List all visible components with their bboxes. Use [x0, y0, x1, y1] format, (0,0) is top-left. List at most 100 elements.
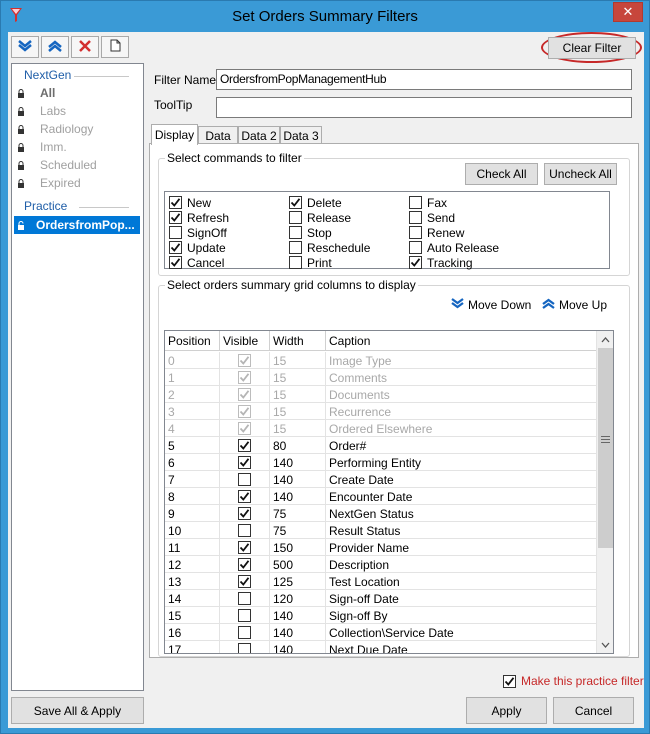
- checkbox-icon[interactable]: [169, 241, 182, 254]
- table-row[interactable]: 2 15 Documents: [165, 386, 598, 403]
- checkbox-icon[interactable]: [238, 456, 251, 469]
- checkbox-icon[interactable]: [238, 524, 251, 537]
- checkbox-icon[interactable]: [289, 241, 302, 254]
- command-checkbox[interactable]: Auto Release: [409, 240, 499, 255]
- checkbox-icon[interactable]: [238, 609, 251, 622]
- command-checkbox[interactable]: Fax: [409, 195, 447, 210]
- grid-scrollbar[interactable]: [596, 331, 613, 653]
- table-row[interactable]: 6 140 Performing Entity: [165, 454, 598, 471]
- command-checkbox[interactable]: Reschedule: [289, 240, 370, 255]
- close-button[interactable]: ✕: [613, 2, 643, 22]
- tree-item-labs[interactable]: Labs: [14, 102, 140, 120]
- header-width[interactable]: Width: [270, 331, 326, 351]
- table-row[interactable]: 10 75 Result Status: [165, 522, 598, 539]
- table-row[interactable]: 11 150 Provider Name: [165, 539, 598, 556]
- table-row[interactable]: 3 15 Recurrence: [165, 403, 598, 420]
- command-checkbox[interactable]: SignOff: [169, 225, 227, 240]
- tree-item-orders-from-pop[interactable]: OrdersfromPop...: [14, 216, 140, 234]
- table-row[interactable]: 16 140 Collection\Service Date: [165, 624, 598, 641]
- table-row[interactable]: 7 140 Create Date: [165, 471, 598, 488]
- tree-item-all[interactable]: All: [14, 84, 140, 102]
- table-row[interactable]: 13 125 Test Location: [165, 573, 598, 590]
- header-caption[interactable]: Caption: [326, 331, 598, 351]
- checkbox-icon[interactable]: [409, 211, 422, 224]
- checkbox-icon[interactable]: [289, 196, 302, 209]
- checkbox-icon[interactable]: [169, 211, 182, 224]
- scroll-up-icon[interactable]: [597, 331, 613, 348]
- table-row[interactable]: 15 140 Sign-off By: [165, 607, 598, 624]
- checkbox-icon[interactable]: [169, 226, 182, 239]
- header-visible[interactable]: Visible: [220, 331, 270, 351]
- delete-button[interactable]: [71, 36, 99, 58]
- table-row[interactable]: 8 140 Encounter Date: [165, 488, 598, 505]
- command-checkbox[interactable]: Renew: [409, 225, 464, 240]
- move-down-column-button[interactable]: Move Down: [451, 298, 531, 312]
- checkbox-icon[interactable]: [238, 507, 251, 520]
- check-all-button[interactable]: Check All: [465, 163, 538, 185]
- new-filter-button[interactable]: [101, 36, 129, 58]
- table-row[interactable]: 0 15 Image Type: [165, 352, 598, 369]
- tab-data-3[interactable]: Data 3: [280, 126, 322, 144]
- tab-data[interactable]: Data: [198, 126, 238, 144]
- checkbox-icon[interactable]: [238, 473, 251, 486]
- clear-filter-button[interactable]: Clear Filter: [548, 37, 636, 59]
- move-up-column-button[interactable]: Move Up: [542, 298, 607, 312]
- filter-tree[interactable]: NextGen All Labs Radiology Imm. Schedule…: [11, 63, 144, 691]
- checkbox-icon[interactable]: [238, 592, 251, 605]
- command-checkbox[interactable]: Release: [289, 210, 351, 225]
- checkbox-icon[interactable]: [238, 558, 251, 571]
- tree-item-radiology[interactable]: Radiology: [14, 120, 140, 138]
- tree-item-expired[interactable]: Expired: [14, 174, 140, 192]
- apply-button[interactable]: Apply: [466, 697, 547, 724]
- table-row[interactable]: 9 75 NextGen Status: [165, 505, 598, 522]
- checkbox-icon[interactable]: [238, 541, 251, 554]
- command-checkbox[interactable]: Send: [409, 210, 455, 225]
- table-row[interactable]: 5 80 Order#: [165, 437, 598, 454]
- practice-filter-checkbox[interactable]: Make this practice filter: [503, 674, 644, 688]
- checkbox-icon[interactable]: [289, 256, 302, 269]
- checkbox-icon[interactable]: [238, 575, 251, 588]
- save-all-apply-button[interactable]: Save All & Apply: [11, 697, 144, 724]
- checkbox-icon[interactable]: [289, 211, 302, 224]
- checkbox-icon[interactable]: [409, 256, 422, 269]
- checkbox-icon[interactable]: [238, 439, 251, 452]
- header-position[interactable]: Position: [165, 331, 220, 351]
- checkbox-icon[interactable]: [409, 241, 422, 254]
- checkbox-icon[interactable]: [238, 490, 251, 503]
- table-row[interactable]: 4 15 Ordered Elsewhere: [165, 420, 598, 437]
- command-checkbox[interactable]: Refresh: [169, 210, 229, 225]
- checkbox-icon[interactable]: [238, 626, 251, 639]
- command-checkbox[interactable]: Delete: [289, 195, 342, 210]
- scroll-down-icon[interactable]: [597, 636, 613, 653]
- command-checkbox[interactable]: Stop: [289, 225, 332, 240]
- filter-name-input[interactable]: OrdersfromPopManagementHub: [216, 69, 632, 90]
- checkbox-icon[interactable]: [238, 643, 251, 653]
- checkbox-icon[interactable]: [503, 674, 516, 688]
- table-row[interactable]: 1 15 Comments: [165, 369, 598, 386]
- command-checkbox[interactable]: Cancel: [169, 255, 224, 270]
- checkbox-icon[interactable]: [169, 256, 182, 269]
- columns-grid[interactable]: Position Visible Width Caption 0 15 Image …: [164, 330, 614, 654]
- tab-display[interactable]: Display: [151, 124, 198, 145]
- uncheck-all-button[interactable]: Uncheck All: [544, 163, 617, 185]
- table-row[interactable]: 12 500 Description: [165, 556, 598, 573]
- cancel-button[interactable]: Cancel: [553, 697, 634, 724]
- command-checkbox[interactable]: Tracking: [409, 255, 473, 270]
- move-down-button[interactable]: [11, 36, 39, 58]
- command-checkbox[interactable]: Update: [169, 240, 226, 255]
- move-up-button[interactable]: [41, 36, 69, 58]
- table-row[interactable]: 14 120 Sign-off Date: [165, 590, 598, 607]
- checkbox-icon[interactable]: [409, 196, 422, 209]
- checkbox-icon[interactable]: [289, 226, 302, 239]
- tooltip-input[interactable]: [216, 97, 632, 118]
- table-row[interactable]: 17 140 Next Due Date: [165, 641, 598, 653]
- tree-item-scheduled[interactable]: Scheduled: [14, 156, 140, 174]
- checkbox-icon[interactable]: [409, 226, 422, 239]
- checkbox-icon[interactable]: [169, 196, 182, 209]
- tree-item-imm[interactable]: Imm.: [14, 138, 140, 156]
- title-bar[interactable]: Set Orders Summary Filters ✕: [1, 1, 649, 32]
- tab-data-2[interactable]: Data 2: [238, 126, 280, 144]
- command-checkbox[interactable]: Print: [289, 255, 332, 270]
- scroll-thumb[interactable]: [598, 348, 613, 548]
- command-checkbox[interactable]: New: [169, 195, 211, 210]
